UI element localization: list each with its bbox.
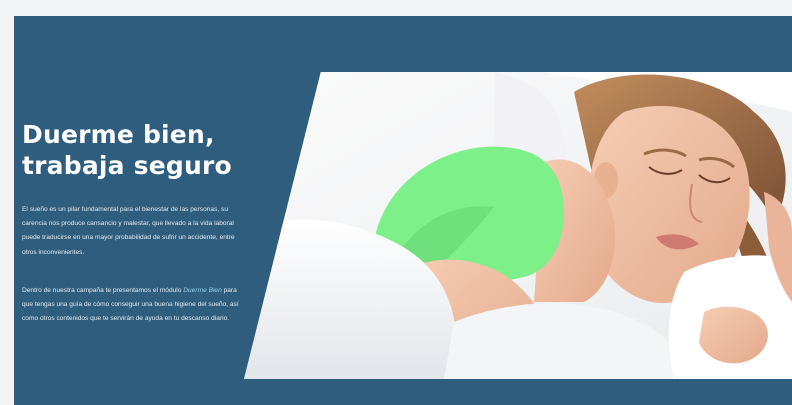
- page: Duerme bien, trabaja seguro El sueño es …: [0, 0, 792, 405]
- hero-title: Duerme bien, trabaja seguro: [22, 119, 262, 181]
- hero-paragraph-2-start: Dentro de nuestra campaña te presentamos…: [22, 287, 184, 294]
- hero-title-line-1: Duerme bien,: [22, 120, 215, 149]
- hero-paragraph-1: El sueño es un pilar fundamental para el…: [22, 206, 235, 256]
- woman-sleeping-photo: [244, 72, 792, 379]
- hero-title-line-2: trabaja seguro: [22, 151, 232, 180]
- hero-paragraph-2: Dentro de nuestra campaña te presentamos…: [22, 284, 244, 327]
- duerme-bien-module-link[interactable]: Duerme Bien: [183, 287, 221, 294]
- hero-banner: Duerme bien, trabaja seguro El sueño es …: [14, 16, 792, 405]
